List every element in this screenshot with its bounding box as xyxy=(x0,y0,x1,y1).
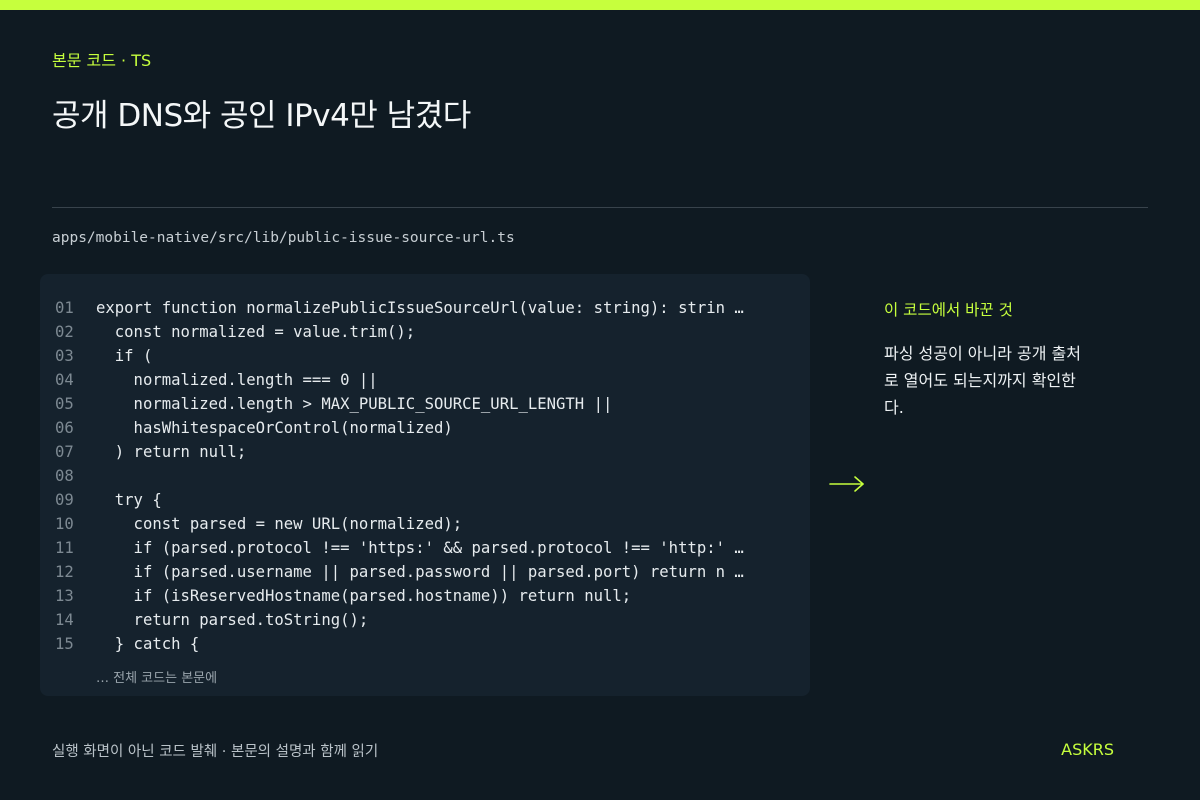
code-line: 05 normalized.length > MAX_PUBLIC_SOURCE… xyxy=(55,392,744,416)
code-line: 07 ) return null; xyxy=(55,440,744,464)
line-code: normalized.length > MAX_PUBLIC_SOURCE_UR… xyxy=(96,395,613,413)
code-line: 03 if ( xyxy=(55,344,744,368)
footer-note: 실행 화면이 아닌 코드 발췌 · 본문의 설명과 함께 읽기 xyxy=(52,744,379,760)
line-code: const parsed = new URL(normalized); xyxy=(96,515,463,533)
line-number: 15 xyxy=(55,635,74,653)
line-number: 04 xyxy=(55,371,74,389)
line-code: hasWhitespaceOrControl(normalized) xyxy=(96,419,453,437)
right-arrow-icon xyxy=(829,476,864,492)
line-code: } catch { xyxy=(96,635,200,653)
line-number: 02 xyxy=(55,323,74,341)
page-title: 공개 DNS와 공인 IPv4만 남겼다 xyxy=(52,98,471,134)
brand-logo: ASKRS xyxy=(1061,740,1114,759)
line-number: 01 xyxy=(55,299,74,317)
line-code: export function normalizePublicIssueSour… xyxy=(96,299,744,317)
line-code: return parsed.toString(); xyxy=(96,611,369,629)
line-code: try { xyxy=(96,491,162,509)
line-code: if (parsed.protocol !== 'https:' && pars… xyxy=(96,539,744,557)
line-code: ) return null; xyxy=(96,443,247,461)
code-line: 10 const parsed = new URL(normalized); xyxy=(55,512,744,536)
line-number: 05 xyxy=(55,395,74,413)
line-number: 03 xyxy=(55,347,74,365)
line-code: if (isReservedHostname(parsed.hostname))… xyxy=(96,587,632,605)
code-panel: 01 export function normalizePublicIssueSo… xyxy=(40,274,810,696)
line-number: 08 xyxy=(55,467,74,485)
line-number: 12 xyxy=(55,563,74,581)
section-eyebrow: 본문 코드 · TS xyxy=(52,51,152,70)
line-code: const normalized = value.trim(); xyxy=(96,323,416,341)
line-number: 06 xyxy=(55,419,74,437)
code-line: 02 const normalized = value.trim(); xyxy=(55,320,744,344)
side-body: 파싱 성공이 아니라 공개 출처로 열어도 되는지까지 확인한다. xyxy=(884,344,1081,417)
code-footnote: … 전체 코드는 본문에 xyxy=(96,671,218,686)
line-code: normalized.length === 0 || xyxy=(96,371,378,389)
code-line: 13 if (isReservedHostname(parsed.hostnam… xyxy=(55,584,744,608)
code-line: 11 if (parsed.protocol !== 'https:' && p… xyxy=(55,536,744,560)
code-line: 09 try { xyxy=(55,488,744,512)
line-number: 10 xyxy=(55,515,74,533)
code-lines: 01 export function normalizePublicIssueSo… xyxy=(55,296,744,656)
line-number: 07 xyxy=(55,443,74,461)
line-code: if (parsed.username || parsed.password |… xyxy=(96,563,744,581)
code-line: 06 hasWhitespaceOrControl(normalized) xyxy=(55,416,744,440)
top-accent-bar xyxy=(0,0,1200,10)
code-line: 12 if (parsed.username || parsed.passwor… xyxy=(55,560,744,584)
line-code: if ( xyxy=(96,347,153,365)
line-number: 11 xyxy=(55,539,74,557)
code-line: 15 } catch { xyxy=(55,632,744,656)
code-line: 01 export function normalizePublicIssueSo… xyxy=(55,296,744,320)
file-path: apps/mobile-native/src/lib/public-issue-… xyxy=(52,230,515,246)
code-line: 14 return parsed.toString(); xyxy=(55,608,744,632)
code-line: 08 xyxy=(55,464,744,488)
line-number: 13 xyxy=(55,587,74,605)
divider xyxy=(52,207,1148,208)
line-number: 14 xyxy=(55,611,74,629)
code-line: 04 normalized.length === 0 || xyxy=(55,368,744,392)
side-heading: 이 코드에서 바꾼 것 xyxy=(884,301,1013,319)
line-number: 09 xyxy=(55,491,74,509)
